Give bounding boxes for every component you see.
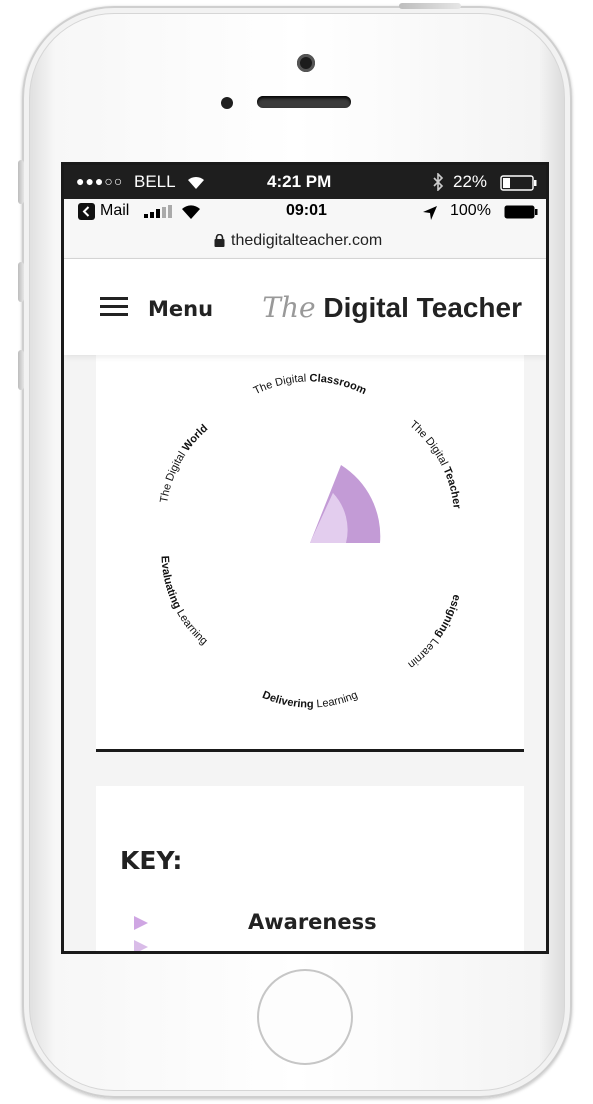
menu-button-label[interactable]: Menu (148, 297, 213, 321)
power-button (399, 3, 461, 9)
digital-wheel-card: The Digital Classroom The Digital Teache… (92, 344, 524, 752)
camera-icon (297, 54, 315, 72)
key-item-awareness: Awareness (248, 910, 377, 934)
hamburger-menu-icon[interactable] (100, 297, 128, 317)
mute-switch (18, 160, 24, 204)
volume-down-button (18, 350, 24, 390)
logo-prefix: The (262, 291, 316, 324)
outer-time: 4:21 PM (267, 172, 332, 191)
front-sensor-icon (221, 97, 233, 109)
inner-time: 09:01 (286, 202, 327, 219)
key-title: KEY: (120, 846, 183, 875)
wheel-label-designing[interactable]: Designing Learning (92, 344, 463, 671)
phone-screen: ●●●○○ BELL 4:21 PM 22% Mail 09:01 100% t… (61, 162, 549, 954)
wheel-label-world[interactable]: The Digital World (158, 422, 210, 503)
carrier-label: BELL (134, 172, 176, 191)
outer-status-bar: ●●●○○ BELL 4:21 PM 22% (64, 165, 546, 199)
wheel-label-classroom[interactable]: The Digital Classroom (252, 372, 369, 397)
site-header: Menu The Digital Teacher (64, 259, 546, 355)
cell-signal-icon (144, 205, 172, 218)
inner-status-bar: Mail 09:01 100% (64, 199, 546, 225)
location-arrow-icon (423, 206, 437, 220)
wheel-label-evaluating[interactable]: Evaluating Learning (158, 555, 209, 647)
key-card: KEY: Awareness (96, 786, 524, 951)
next-level-marker-icon (134, 940, 148, 951)
wheel-label-teacher[interactable]: The Digital Teacher (407, 419, 462, 510)
battery-full-icon (504, 205, 538, 219)
wifi-icon (182, 205, 200, 219)
lock-icon (214, 234, 225, 247)
address-bar[interactable]: thedigitalteacher.com (64, 225, 546, 259)
wheel-label-delivering[interactable]: Delivering Learning (261, 689, 360, 710)
inner-battery-pct: 100% (450, 202, 491, 219)
battery-low-icon (500, 175, 537, 191)
bluetooth-icon (433, 173, 444, 191)
home-button[interactable] (257, 969, 353, 1065)
wifi-icon (188, 176, 204, 189)
outer-battery-pct: 22% (453, 172, 488, 191)
back-app-label[interactable]: Mail (100, 202, 129, 220)
back-to-app-icon[interactable] (78, 203, 95, 220)
digital-wheel: The Digital Classroom The Digital Teache… (92, 344, 463, 711)
awareness-marker-icon (134, 916, 148, 930)
site-logo[interactable]: The Digital Teacher (262, 291, 522, 324)
logo-name: Digital Teacher (323, 292, 522, 323)
earpiece-speaker (257, 96, 351, 108)
signal-dots-icon: ●●●○○ (76, 173, 124, 189)
url-text[interactable]: thedigitalteacher.com (231, 232, 382, 250)
volume-up-button (18, 262, 24, 302)
